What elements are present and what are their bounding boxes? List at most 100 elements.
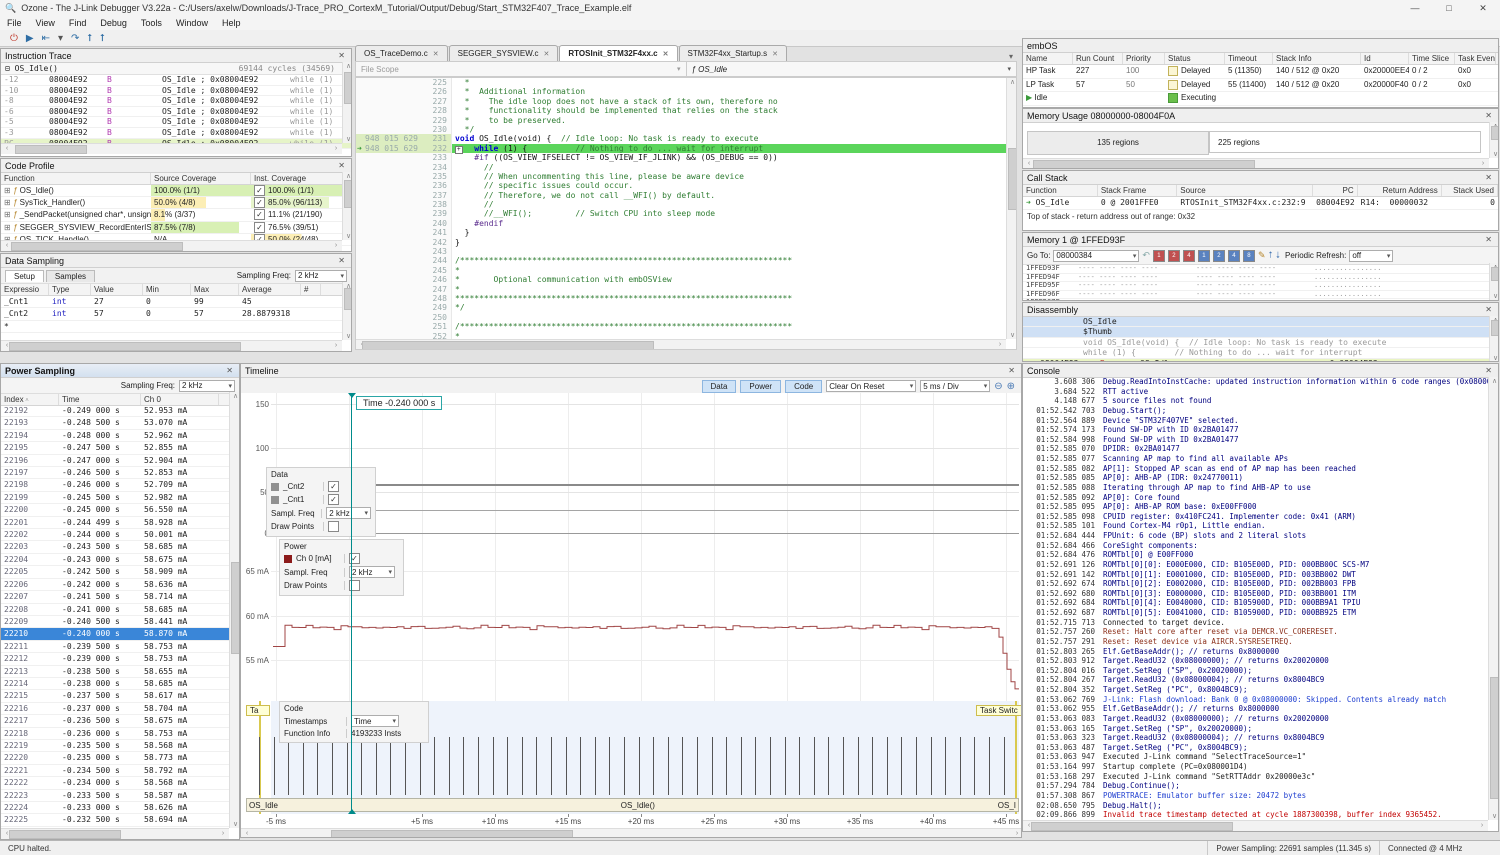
power-sample-row[interactable]: 22219-0.235 500 s58.568 mA <box>1 740 229 752</box>
minimize-button[interactable]: — <box>1398 1 1432 16</box>
scroll-down-arrow[interactable]: ∨ <box>1491 150 1499 158</box>
maximize-button[interactable]: □ <box>1432 1 1466 16</box>
cursor-handle-bottom[interactable] <box>348 809 356 814</box>
scroll-right-arrow[interactable]: › <box>1477 822 1487 829</box>
profile-row[interactable]: ⊞ ƒ _SendPacket(unsigned char*, unsigned… <box>1 209 351 221</box>
power-sample-row[interactable]: 22206-0.242 000 s58.636 mA <box>1 579 229 591</box>
code-line[interactable]: 227 * The idle loop does not have a stac… <box>356 97 1016 106</box>
profile-row[interactable]: ⊞ ƒ OS_Idle()100.0% (1/1)✓100.0% (1/1) <box>1 185 351 197</box>
profile-row[interactable]: ⊞ ƒ SEGGER_SYSVIEW_RecordEnterISR()87.5%… <box>1 222 351 234</box>
data-legend[interactable]: Data_Cnt2✓_Cnt1✓Sampl. Freq2 kHz▾Draw Po… <box>266 467 376 537</box>
power-sample-row[interactable]: 22215-0.237 500 s58.617 mA <box>1 690 229 702</box>
scrollbar-thumb[interactable] <box>1491 126 1499 140</box>
close-icon[interactable]: ✕ <box>663 50 669 58</box>
code-line[interactable]: 233 #if ((OS_VIEW_IFSELECT != OS_VIEW_IF… <box>356 153 1016 162</box>
byte-width-button[interactable]: 2 <box>1168 250 1180 262</box>
scroll-right-arrow[interactable]: › <box>218 830 228 837</box>
power-sample-row[interactable]: 22220-0.235 000 s58.773 mA <box>1 752 229 764</box>
play-icon[interactable]: ▶ <box>26 33 34 44</box>
vertical-scrollbar[interactable]: ∧∨ <box>1489 263 1499 300</box>
tab-RTOSInit_STM32F4xx.c[interactable]: RTOSInit_STM32F4xx.c✕ <box>559 45 677 61</box>
timeline-mode-power-button[interactable]: Power <box>740 380 781 393</box>
step-dropdown-icon[interactable]: ▾ <box>58 33 63 44</box>
memory-region-block[interactable]: 135 regions <box>1027 131 1209 155</box>
trace-row[interactable]: -808004E92BOS_Idle ; 0x08004E92while (1) <box>1 96 351 107</box>
scrollbar-thumb[interactable] <box>344 288 352 310</box>
sampling-freq-select[interactable]: 2 kHz▾ <box>295 270 347 282</box>
zoom-out-icon[interactable]: ⊖ <box>994 381 1002 392</box>
power-sample-row[interactable]: 22194-0.248 000 s52.962 mA <box>1 430 229 442</box>
power-sample-row[interactable]: 22212-0.239 000 s58.753 mA <box>1 653 229 665</box>
menu-item-find[interactable]: Find <box>62 18 94 28</box>
scrollbar-thumb[interactable] <box>1033 160 1255 169</box>
legend-freq-select[interactable]: 2 kHz▾ <box>326 507 371 519</box>
time-cursor[interactable] <box>351 393 352 814</box>
close-icon[interactable]: ✕ <box>1483 111 1494 120</box>
power-table-body[interactable]: 22192-0.249 000 s52.953 mA22193-0.248 50… <box>1 405 229 828</box>
scroll-up-arrow[interactable]: ∧ <box>344 172 352 180</box>
coverage-checkbox[interactable]: ✓ <box>254 197 265 208</box>
power-sample-row[interactable]: 22207-0.241 500 s58.714 mA <box>1 591 229 603</box>
vertical-scrollbar[interactable]: ∧∨ <box>342 172 352 240</box>
task-row[interactable]: LP Task5750Delayed55 (11400)140 / 512 @ … <box>1023 79 1498 93</box>
power-sample-row[interactable]: 22217-0.236 500 s58.675 mA <box>1 715 229 727</box>
scrollbar-thumb[interactable] <box>344 180 352 208</box>
goto-address-combo[interactable]: 08000384▾ <box>1053 250 1139 262</box>
code-line[interactable]: 242} <box>356 238 1016 247</box>
power-sample-row[interactable]: 22197-0.246 500 s52.853 mA <box>1 467 229 479</box>
scroll-right-arrow[interactable]: › <box>331 342 341 349</box>
power-sample-row[interactable]: 22209-0.240 500 s58.441 mA <box>1 616 229 628</box>
power-sample-row[interactable]: 22201-0.244 499 s58.928 mA <box>1 517 229 529</box>
menu-item-window[interactable]: Window <box>169 18 215 28</box>
memory-rows[interactable]: 1FFED93F---- ---- ---- -------- ---- ---… <box>1023 265 1498 301</box>
scroll-right-arrow[interactable]: › <box>331 145 341 152</box>
scrollbar-thumb[interactable] <box>1008 148 1017 210</box>
power-sample-row[interactable]: 22211-0.239 500 s58.753 mA <box>1 641 229 653</box>
expand-icon[interactable]: ⊞ <box>4 186 13 195</box>
code-line[interactable]: 948 015 629➜232+ while (1) { // Nothing … <box>356 144 1016 153</box>
series-visible-checkbox[interactable]: ✓ <box>328 481 339 492</box>
code-line[interactable]: 240 #endif <box>356 219 1016 228</box>
scroll-left-arrow[interactable]: ‹ <box>2 145 12 152</box>
scrollbar-thumb[interactable] <box>1491 320 1499 336</box>
expand-icon[interactable]: ⊞ <box>4 198 13 207</box>
step-icon[interactable]: ⇤ <box>42 33 50 44</box>
legend-freq-select[interactable]: 2 kHz▾ <box>349 566 395 578</box>
power-sample-row[interactable]: 22208-0.241 000 s58.685 mA <box>1 604 229 616</box>
scrollbar-thumb[interactable] <box>331 830 573 838</box>
disassembly-row[interactable]: ➜08004E92BOS_Idle; 0x08004E92 <box>1023 359 1498 362</box>
code-line[interactable]: 246* Optional communication with embOSVi… <box>356 275 1016 284</box>
expand-icon[interactable]: ⊞ <box>4 210 13 219</box>
tab-SEGGER_SYSVIEW.c[interactable]: SEGGER_SYSVIEW.c✕ <box>449 45 559 61</box>
scroll-up-arrow[interactable]: ∧ <box>1008 78 1017 86</box>
disassembly-row[interactable]: while (1) { // Nothing to do ... wait fo… <box>1023 348 1498 358</box>
scrollbar-thumb[interactable] <box>1491 267 1499 281</box>
scroll-down-arrow[interactable]: ∨ <box>344 232 352 240</box>
scroll-up-arrow[interactable]: ∧ <box>231 392 240 400</box>
vertical-scrollbar[interactable]: ∧∨ <box>1489 122 1499 158</box>
zoom-in-icon[interactable]: ⊕ <box>1007 381 1015 392</box>
power-sample-row[interactable]: 22222-0.234 000 s58.568 mA <box>1 777 229 789</box>
column-header[interactable]: Ch 0 <box>141 394 219 405</box>
code-line[interactable]: 244/************************************… <box>356 256 1016 265</box>
tab-STM32F4xx_Startup.s[interactable]: STM32F4xx_Startup.s✕ <box>679 45 787 61</box>
power-sample-row[interactable]: 22213-0.238 500 s58.655 mA <box>1 666 229 678</box>
coverage-checkbox[interactable]: ✓ <box>254 222 265 233</box>
code-line[interactable]: 245* <box>356 266 1016 275</box>
back-icon[interactable]: ↶ <box>1142 250 1150 261</box>
clear-on-reset-select[interactable]: Clear On Reset▾ <box>826 380 916 392</box>
power-sample-row[interactable]: 22214-0.238 000 s58.685 mA <box>1 678 229 690</box>
code-line[interactable]: 238 // <box>356 200 1016 209</box>
task-band[interactable]: OS_IdleOS_Idle()OS_I <box>246 798 1019 812</box>
coverage-checkbox[interactable]: ✓ <box>254 209 265 220</box>
memory-region-block[interactable]: 225 regions <box>1209 131 1481 153</box>
timestamps-select[interactable]: Time▾ <box>351 715 399 727</box>
scroll-down-arrow[interactable]: ∨ <box>344 135 352 143</box>
disassembly-row[interactable]: $Thumb <box>1023 327 1498 337</box>
code-line[interactable]: 234 // <box>356 163 1016 172</box>
call-stack-row[interactable]: ➜ OS_Idle0 @ 2001FFE0RTOSInit_STM32F4xx.… <box>1023 197 1498 210</box>
up-arrow-icon[interactable]: ⭡ <box>87 33 92 44</box>
time-per-div-select[interactable]: 5 ms / Div▾ <box>920 380 990 392</box>
horizontal-scrollbar[interactable]: ‹› <box>1 240 342 251</box>
byte-width-button[interactable]: 1 <box>1153 250 1165 262</box>
